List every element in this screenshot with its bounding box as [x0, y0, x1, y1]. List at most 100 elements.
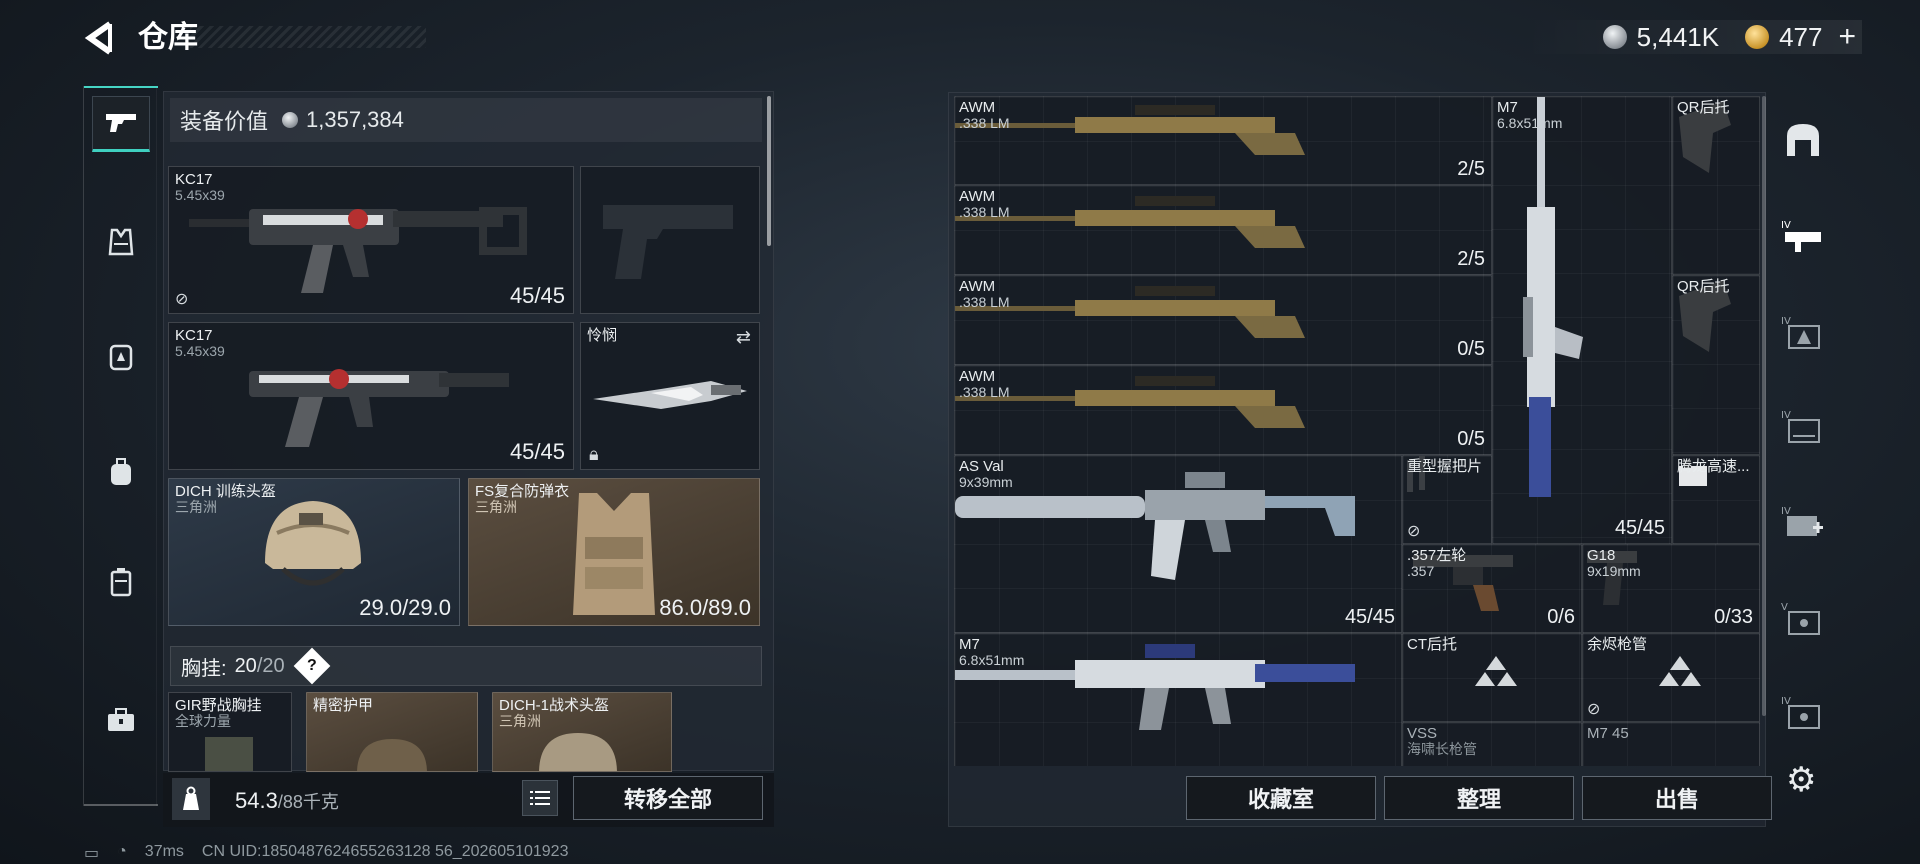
helmet-durability: 29.0/29.0: [359, 595, 451, 620]
case-icon: [110, 568, 132, 597]
silver-balance: 5,441K: [1636, 21, 1720, 52]
add-currency-button[interactable]: +: [1838, 20, 1856, 54]
item-caliber: 9x39mm: [959, 474, 1013, 490]
collection-room-button[interactable]: 收藏室: [1186, 776, 1376, 820]
knife-image: [593, 381, 747, 409]
filter-tab-weapons[interactable]: IV: [1776, 210, 1830, 262]
storage-item-barrel[interactable]: 余烬枪管 ⊘: [1582, 633, 1760, 722]
precision-armor-slot[interactable]: 精密护甲: [306, 692, 478, 772]
storage-item-awm[interactable]: AWM .338 LM 2/5: [954, 185, 1492, 275]
storage-item-m7[interactable]: M7 6.8x51mm 45/45: [1492, 96, 1672, 544]
item-name: G18: [1587, 547, 1616, 564]
item-caliber: .338 LM: [959, 384, 1010, 400]
filter-tab-medical[interactable]: IV: [1776, 496, 1830, 548]
storage-item-awm[interactable]: AWM .338 LM 0/5: [954, 365, 1492, 455]
item-caliber: 6.8x51mm: [1497, 115, 1563, 131]
ammo-count: 0/33: [1714, 606, 1753, 628]
item-caliber: .338 LM: [959, 115, 1010, 131]
storage-item-scope[interactable]: 腾龙高速...: [1672, 455, 1760, 544]
melee-slot[interactable]: 怜悯 ⇄ 🔒︎: [580, 322, 760, 470]
chest-rig-current: 20: [234, 654, 257, 677]
svg-text:V: V: [1781, 602, 1788, 613]
chest-rig-max: 20: [262, 654, 285, 677]
item-name: CT后托: [1407, 636, 1457, 653]
storage-item-qr-stock[interactable]: QR后托: [1672, 96, 1760, 275]
helmet-image: [265, 501, 361, 586]
battery-icon: ▭: [84, 845, 100, 862]
weapon-caliber: 5.45x39: [175, 343, 225, 359]
armor-name: FS复合防弹衣: [475, 483, 570, 500]
filter-tab-valuables[interactable]: IV: [1776, 686, 1830, 738]
primary-weapon-slot[interactable]: KC17 5.45x39 ⊘ 45/45: [168, 166, 574, 314]
weight-max: /88千克: [277, 792, 339, 812]
weight-icon: [172, 778, 210, 820]
pistol-slot-empty[interactable]: [580, 166, 760, 314]
loadout-scrollbar[interactable]: [767, 96, 771, 246]
storage-filter-tabs: IV IV IV IV V IV: [1776, 110, 1830, 740]
tactical-helmet-slot[interactable]: DICH-1战术头盔 三角洲: [492, 692, 672, 772]
tab-rig[interactable]: [92, 328, 150, 384]
weapon-name: KC17: [175, 327, 213, 344]
lock-icon: 🔒︎: [589, 444, 599, 464]
filter-tab-ammo[interactable]: IV: [1776, 400, 1830, 452]
tab-weapons[interactable]: [92, 96, 150, 152]
back-arrow-icon[interactable]: [82, 18, 116, 58]
item-name: M7: [959, 636, 980, 653]
sort-button[interactable]: 整理: [1384, 776, 1574, 820]
storage-grid: AWM .338 LM 2/5 AWM .338 LM 2/5 AWM .338…: [954, 96, 1760, 766]
helmet-slot[interactable]: DICH 训练头盔 三角洲 29.0/29.0: [168, 478, 460, 626]
tab-backpack[interactable]: [92, 444, 150, 500]
rig-faction: 全球力量: [175, 713, 231, 729]
equipment-value-label: 装备价值: [180, 109, 269, 134]
triangle-iv-icon: IV: [1781, 316, 1820, 349]
tabs-accent-line: [84, 86, 158, 88]
armor-faction: 三角洲: [475, 499, 517, 515]
tactical-helmet-faction: 三角洲: [499, 713, 541, 729]
storage-item-vss[interactable]: VSS 海啸长枪管: [1402, 722, 1582, 766]
body-armor-slot[interactable]: FS复合防弹衣 三角洲 86.0/89.0: [468, 478, 760, 626]
rig-name: GIR野战胸挂: [175, 697, 262, 714]
gold-balance: 477: [1779, 21, 1823, 52]
ammo-count: 2/5: [1457, 158, 1485, 180]
item-name: 重型握把片: [1407, 458, 1483, 475]
storage-item-awm[interactable]: AWM .338 LM 2/5: [954, 96, 1492, 185]
rig-image: [205, 737, 253, 771]
ammo-count: 0/5: [1457, 338, 1485, 360]
filter-tab-all[interactable]: [1776, 114, 1830, 166]
item-name: AWM: [959, 188, 996, 205]
tabs-bottom-line: [84, 804, 158, 806]
swap-icon[interactable]: ⇄: [736, 327, 751, 348]
storage-item-ct-stock[interactable]: CT后托: [1402, 633, 1582, 722]
storage-item-m7-45[interactable]: M7 45: [1582, 722, 1760, 766]
item-name: M7: [1497, 99, 1518, 116]
medkit-iv-icon: IV: [1781, 506, 1823, 536]
storage-item-as-val[interactable]: AS Val 9x39mm 45/45: [954, 455, 1402, 633]
storage-item-revolver[interactable]: .357左轮 .357 0/6: [1402, 544, 1582, 633]
tactical-helmet-name: DICH-1战术头盔: [499, 697, 610, 714]
tab-tools[interactable]: [92, 692, 150, 748]
storage-scrollbar[interactable]: [1762, 96, 1766, 716]
sell-button[interactable]: 出售: [1582, 776, 1772, 820]
weapon-iv-icon: IV: [1781, 220, 1821, 252]
chest-rig-slot[interactable]: GIR野战胸挂 全球力量: [168, 692, 292, 772]
item-name: .357左轮: [1407, 547, 1467, 564]
item-caliber: 6.8x51mm: [959, 652, 1025, 668]
list-view-button[interactable]: [522, 780, 558, 816]
header-stripe: [190, 26, 426, 48]
transfer-all-button[interactable]: 转移全部: [573, 776, 763, 820]
storage-item-awm[interactable]: AWM .338 LM 0/5: [954, 275, 1492, 365]
storage-item-grip[interactable]: 重型握把片 ⊘: [1402, 455, 1492, 544]
settings-button[interactable]: ⚙: [1786, 760, 1816, 800]
storage-item-qr-stock[interactable]: QR后托: [1672, 275, 1760, 455]
category-tabs: [83, 86, 158, 806]
storage-item-m7[interactable]: M7 6.8x51mm: [954, 633, 1402, 766]
secondary-weapon-slot[interactable]: KC17 5.45x39 45/45: [168, 322, 574, 470]
filter-tab-containers[interactable]: V: [1776, 592, 1830, 644]
tab-case[interactable]: [92, 554, 150, 610]
tab-armor[interactable]: [92, 214, 150, 270]
help-icon[interactable]: ?: [293, 647, 331, 685]
chest-rig-header: 胸挂: 20 / 20 ?: [170, 646, 762, 686]
as-val-rifle-image: [955, 472, 1355, 580]
filter-tab-attachments[interactable]: IV: [1776, 306, 1830, 358]
storage-item-g18[interactable]: G18 9x19mm 0/33: [1582, 544, 1760, 633]
